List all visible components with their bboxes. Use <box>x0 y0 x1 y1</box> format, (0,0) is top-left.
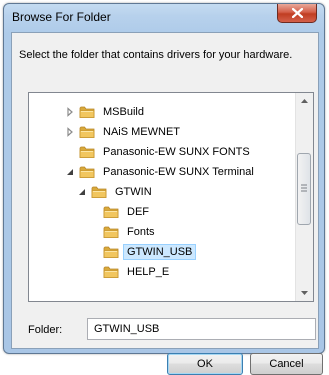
folder-field-label: Folder: <box>28 324 63 336</box>
tree-item[interactable]: Panasonic-EW SUNX Terminal <box>65 162 258 182</box>
tree-item[interactable]: HELP_E <box>89 262 173 282</box>
scroll-up-arrow-icon <box>301 99 308 103</box>
folder-icon <box>79 166 95 178</box>
expander-spacer <box>89 247 99 257</box>
folder-icon <box>79 146 95 158</box>
collapse-arrow-icon[interactable] <box>77 187 87 197</box>
tree-item-label: Panasonic-EW SUNX FONTS <box>103 146 250 158</box>
tree-item-label: DEF <box>127 206 149 218</box>
ok-button[interactable]: OK <box>167 353 243 375</box>
tree-item-label: HELP_E <box>127 266 170 278</box>
tree-item-label: Fonts <box>127 226 155 238</box>
tree-item-label: Panasonic-EW SUNX Terminal <box>103 166 254 178</box>
folder-tree[interactable]: MSBuild NAiS MEWNET Panasonic-EW SUNX FONT… <box>28 92 314 302</box>
folder-icon <box>91 186 107 198</box>
tree-item[interactable]: DEF <box>89 202 153 222</box>
folder-icon <box>79 106 95 118</box>
cancel-button[interactable]: Cancel <box>250 353 323 375</box>
folder-icon <box>103 226 119 238</box>
browse-folder-dialog: Browse For Folder Select the folder that… <box>3 3 325 375</box>
close-button[interactable] <box>277 4 317 23</box>
folder-icon <box>79 126 95 138</box>
expander-spacer <box>89 227 99 237</box>
folder-icon <box>103 206 119 218</box>
folder-icon <box>103 266 119 278</box>
expander-spacer <box>89 207 99 217</box>
dialog-body: Select the folder that contains drivers … <box>11 32 323 375</box>
folder-input[interactable] <box>87 318 316 340</box>
expander-spacer <box>65 147 75 157</box>
dialog-title: Browse For Folder <box>12 10 111 24</box>
folder-icon <box>103 246 119 258</box>
scroll-thumb[interactable] <box>297 153 311 225</box>
tree-item[interactable]: NAiS MEWNET <box>65 122 184 142</box>
scroll-up-button[interactable] <box>296 93 313 110</box>
close-icon <box>292 8 303 18</box>
tree-item-label: MSBuild <box>103 106 144 118</box>
tree-item[interactable]: Fonts <box>89 222 159 242</box>
collapse-arrow-icon[interactable] <box>65 167 75 177</box>
tree-item[interactable]: MSBuild <box>65 102 148 122</box>
tree-item[interactable]: GTWIN <box>77 182 156 202</box>
expand-arrow-icon[interactable] <box>65 107 75 117</box>
grip-icon <box>301 184 307 192</box>
tree-item[interactable]: GTWIN_USB <box>89 242 197 262</box>
scroll-down-button[interactable] <box>296 284 313 301</box>
tree-item-label: NAiS MEWNET <box>103 126 180 138</box>
expand-arrow-icon[interactable] <box>65 127 75 137</box>
tree-item-label: GTWIN_USB <box>123 244 197 260</box>
tree-item-label: GTWIN <box>115 186 152 198</box>
instruction-text: Select the folder that contains drivers … <box>19 49 293 61</box>
scroll-down-arrow-icon <box>301 291 308 295</box>
tree-item[interactable]: Panasonic-EW SUNX FONTS <box>65 142 254 162</box>
expander-spacer <box>89 267 99 277</box>
vertical-scrollbar[interactable] <box>295 93 313 301</box>
